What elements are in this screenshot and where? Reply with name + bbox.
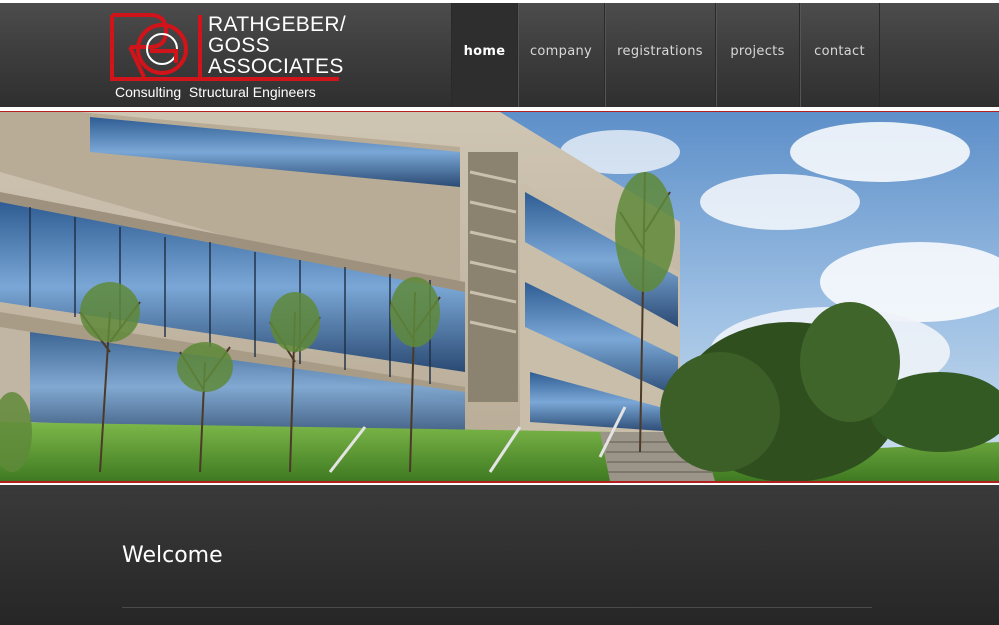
rga-monogram-icon xyxy=(110,13,202,78)
page-title: Welcome xyxy=(122,543,223,568)
nav-home[interactable]: home xyxy=(451,3,517,107)
content-section: Welcome xyxy=(0,485,999,625)
site-header: RATHGEBER/ GOSS ASSOCIATES Consulting St… xyxy=(0,3,999,107)
hero-banner xyxy=(0,111,999,483)
nav-contact[interactable]: contact xyxy=(799,3,880,107)
brand-tagline: Consulting Structural Engineers xyxy=(115,84,316,100)
nav-company[interactable]: company xyxy=(517,3,604,107)
nav-registrations[interactable]: registrations xyxy=(604,3,715,107)
company-logo[interactable]: RATHGEBER/ GOSS ASSOCIATES Consulting St… xyxy=(110,11,350,103)
nav-projects[interactable]: projects xyxy=(715,3,799,107)
brand-line-1: RATHGEBER/ xyxy=(208,13,346,36)
brand-line-3: ASSOCIATES xyxy=(208,55,344,78)
brand-underline xyxy=(110,77,339,81)
main-nav: home company registrations projects cont… xyxy=(451,3,880,107)
office-building-photo xyxy=(0,112,999,481)
divider xyxy=(122,607,872,608)
brand-line-2: GOSS xyxy=(208,34,270,57)
